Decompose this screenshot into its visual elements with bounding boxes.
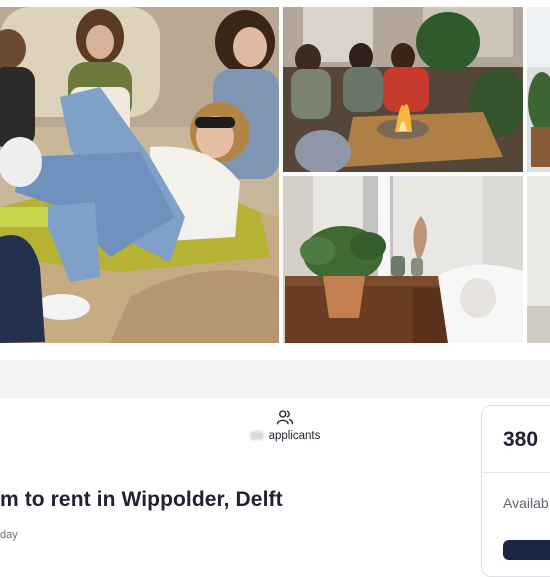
card-divider xyxy=(482,472,550,473)
cropped-plant-photo[interactable] xyxy=(527,7,550,172)
posted-date: day xyxy=(0,529,18,541)
rent-price: 380 xyxy=(503,428,539,451)
price-card: 380 Availab xyxy=(481,405,550,577)
cropped-room-photo[interactable] xyxy=(527,176,550,343)
photo-gallery xyxy=(0,0,550,343)
friends-on-beach-photo[interactable] xyxy=(0,7,279,343)
listing-title: m to rent in Wippolder, Delft xyxy=(0,488,283,511)
applicants-indicator: applicants xyxy=(245,408,325,442)
users-icon xyxy=(276,410,294,425)
applicants-label: applicants xyxy=(268,430,321,442)
apply-button[interactable] xyxy=(503,540,550,560)
friends-around-firepit-photo[interactable] xyxy=(283,7,523,172)
applicants-count-redacted xyxy=(249,431,264,441)
section-divider-band xyxy=(0,360,550,398)
bedroom-with-plant-photo[interactable] xyxy=(283,176,523,343)
availability-label: Availab xyxy=(503,495,549,511)
